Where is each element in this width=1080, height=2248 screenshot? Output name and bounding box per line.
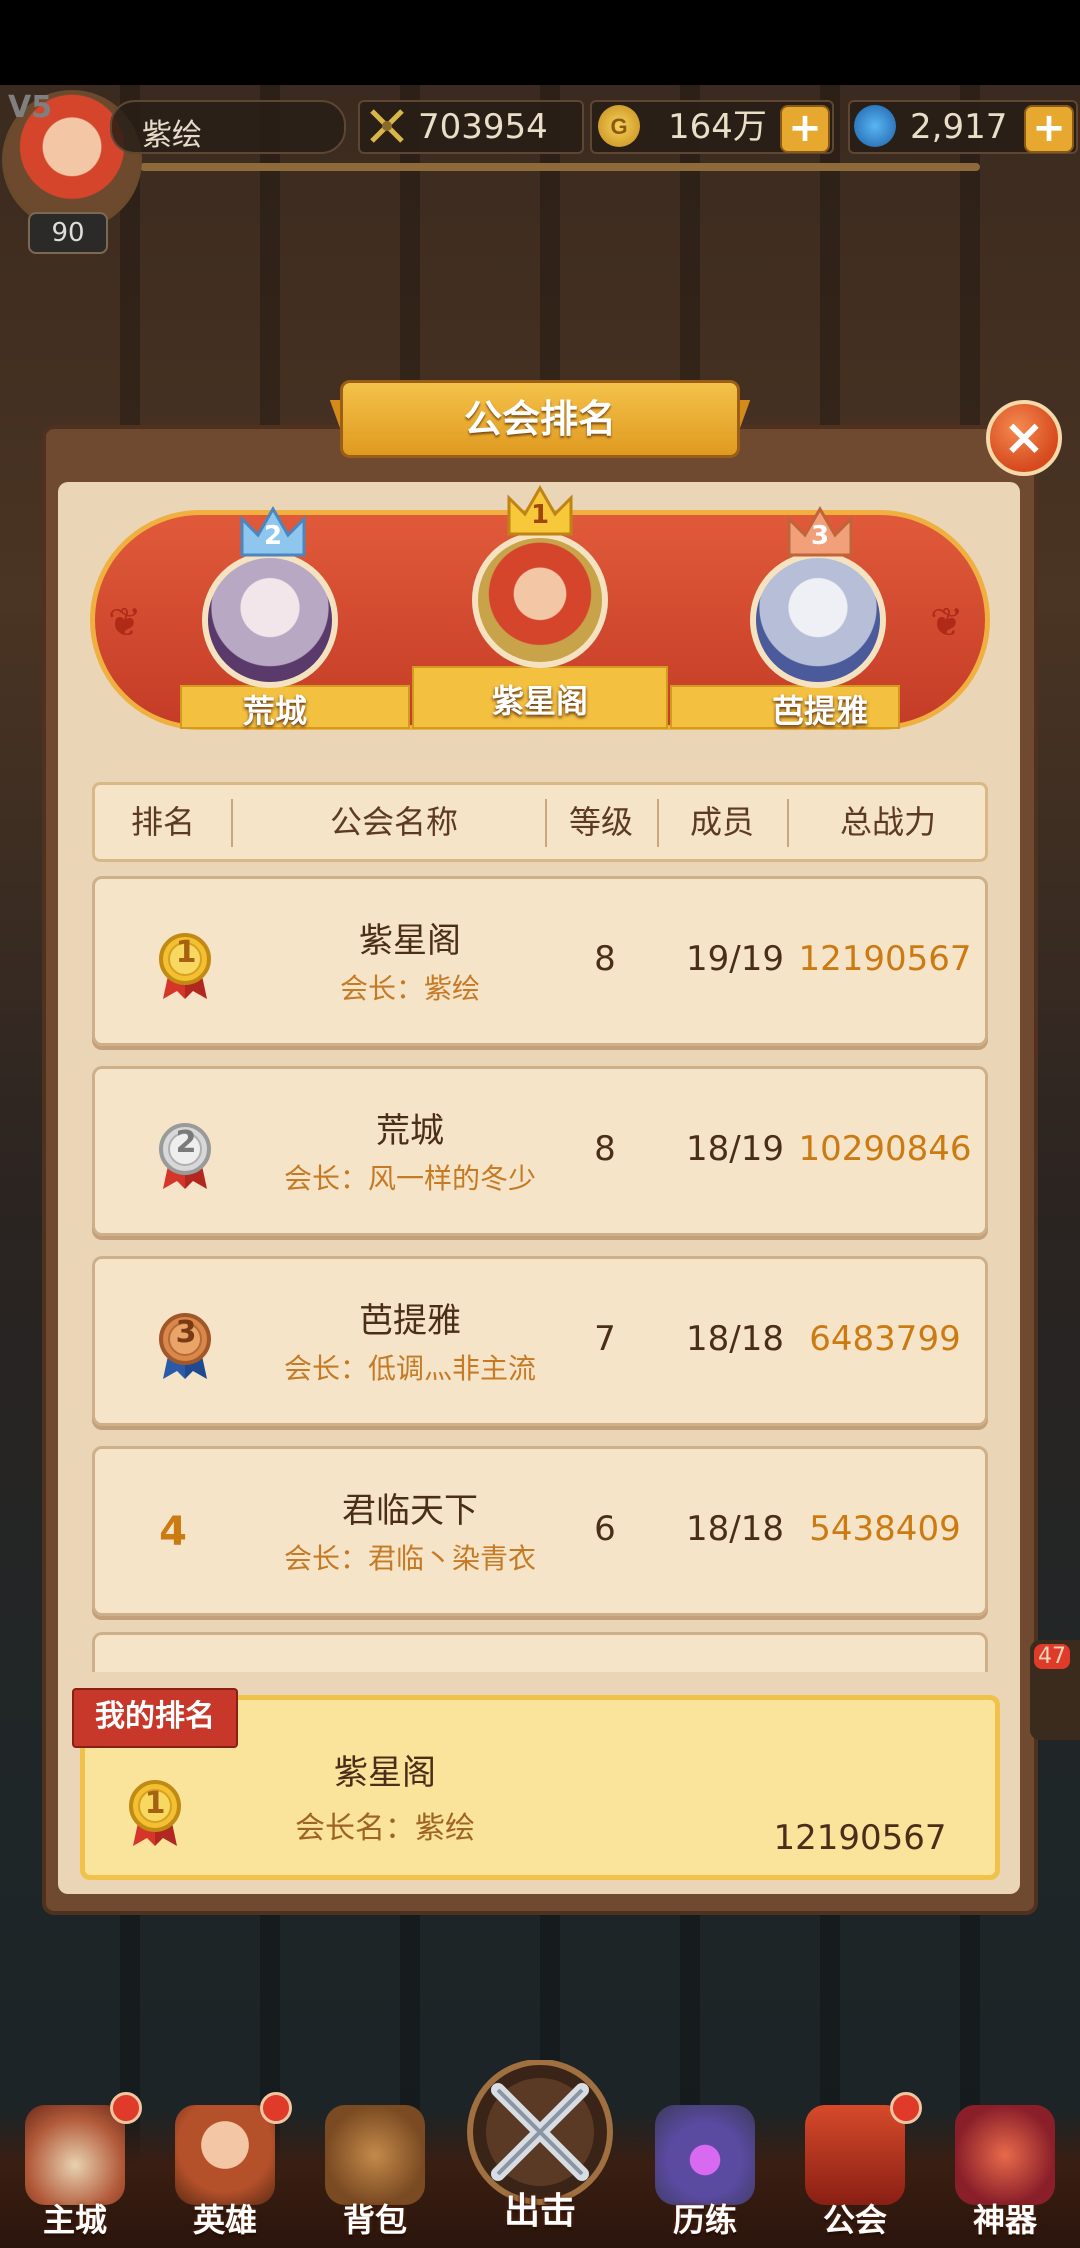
header-total-power: 总战力 xyxy=(839,803,936,841)
nav-attack[interactable]: 出击 xyxy=(458,2059,622,2240)
table-row[interactable]: 2 荒城 会长：风一样的冬少 8 18/19 10290846 xyxy=(92,1066,988,1236)
row-rank: 1 xyxy=(175,935,197,970)
podium-rank-2: 2 xyxy=(263,521,283,551)
row-guild-leader: 会长：紫绘 xyxy=(339,972,480,1005)
table-row[interactable]: 3 芭提雅 会长：低调灬非主流 7 18/18 6483799 xyxy=(92,1256,988,1426)
row-guild-power: 12190567 xyxy=(798,939,972,979)
player-level-badge: 90 xyxy=(28,212,108,254)
gold-stat: G 164万 + xyxy=(590,100,834,154)
my-guild-power: 12190567 xyxy=(773,1818,947,1858)
row-guild-name: 荒城 xyxy=(376,1111,444,1151)
guild-banner-icon xyxy=(805,2105,905,2205)
gem-value: 2,917 xyxy=(910,107,1008,147)
nav-label: 历练 xyxy=(672,2201,737,2239)
row-guild-power: 5438409 xyxy=(809,1509,961,1549)
exp-bar xyxy=(140,163,980,171)
row-guild-name: 紫星阁 xyxy=(359,921,461,961)
hero-icon xyxy=(175,2105,275,2205)
row-guild-members: 19/19 xyxy=(686,939,784,979)
side-event-badge[interactable]: 47 xyxy=(1030,1640,1080,1740)
podium-name-3: 芭提雅 xyxy=(771,692,868,730)
add-gem-button[interactable]: + xyxy=(1024,105,1074,153)
flourish-right: ❦ xyxy=(930,600,964,646)
portal-icon xyxy=(655,2105,755,2205)
my-guild-name: 紫星阁 xyxy=(334,1753,436,1793)
nav-label: 公会 xyxy=(822,2201,887,2239)
add-gold-button[interactable]: + xyxy=(780,105,830,153)
vip-label: V5 xyxy=(8,90,53,125)
table-row[interactable]: 1 紫星阁 会长：紫绘 8 19/19 12190567 xyxy=(92,876,988,1046)
row-guild-level: 8 xyxy=(594,939,616,979)
podium-rank-1: 1 xyxy=(530,500,550,530)
podium-rank-3: 3 xyxy=(810,521,830,551)
panel-title: 公会排名 xyxy=(340,380,740,458)
nav-label: 神器 xyxy=(972,2201,1037,2239)
nav-artifact[interactable]: 神器 xyxy=(940,2095,1070,2245)
artifact-icon xyxy=(955,2105,1055,2205)
row-guild-members: 18/18 xyxy=(686,1509,784,1549)
close-button[interactable]: × xyxy=(986,400,1062,476)
notification-dot xyxy=(110,2092,142,2124)
row-guild-power: 6483799 xyxy=(809,1319,961,1359)
header-rank: 排名 xyxy=(130,803,195,841)
my-rank-number: 1 xyxy=(144,1786,166,1821)
nav-label: 英雄 xyxy=(192,2201,257,2239)
row-rank: 3 xyxy=(175,1315,197,1350)
podium-name-2: 荒城 xyxy=(242,692,307,730)
my-rank-tag: 我的排名 xyxy=(72,1688,238,1748)
nav-backpack[interactable]: 背包 xyxy=(310,2095,440,2245)
podium-avatar-1[interactable] xyxy=(472,532,608,668)
row-guild-members: 18/19 xyxy=(686,1129,784,1169)
ranking-table-header: 排名 公会名称 等级 成员 总战力 xyxy=(92,782,988,862)
header-level: 等级 xyxy=(568,803,633,841)
header-guild-name: 公会名称 xyxy=(329,803,458,841)
side-badge-count: 47 xyxy=(1034,1644,1070,1669)
row-guild-leader: 会长：君临丶染青衣 xyxy=(283,1542,536,1575)
gold-value: 164万 xyxy=(668,107,767,147)
power-stat: 703954 xyxy=(358,100,584,154)
silver-crown-icon: 2 xyxy=(238,505,308,559)
flourish-left: ❦ xyxy=(108,600,142,646)
crossed-swords-icon xyxy=(366,105,408,147)
row-rank: 2 xyxy=(175,1125,197,1160)
table-row[interactable]: 4 君临天下 会长：君临丶染青衣 6 18/18 5438409 xyxy=(92,1446,988,1616)
row-guild-name: 君临天下 xyxy=(342,1491,478,1531)
row-guild-level: 6 xyxy=(594,1509,616,1549)
nav-label: 主城 xyxy=(42,2201,107,2239)
row-guild-level: 7 xyxy=(594,1319,616,1359)
my-guild-leader: 会长名：紫绘 xyxy=(295,1811,475,1846)
row-guild-leader: 会长：低调灬非主流 xyxy=(283,1352,536,1385)
row-guild-level: 8 xyxy=(594,1129,616,1169)
castle-icon xyxy=(25,2105,125,2205)
gold-crown-icon: 1 xyxy=(505,484,575,538)
row-guild-power: 10290846 xyxy=(798,1129,972,1169)
nav-training[interactable]: 历练 xyxy=(640,2095,770,2245)
power-value: 703954 xyxy=(418,107,548,147)
header-members: 成员 xyxy=(689,803,754,841)
notification-dot xyxy=(890,2092,922,2124)
nav-label: 背包 xyxy=(342,2201,407,2239)
row-guild-leader: 会长：风一样的冬少 xyxy=(283,1162,536,1195)
row-guild-members: 18/18 xyxy=(686,1319,784,1359)
podium-avatar-3[interactable] xyxy=(750,552,886,688)
table-row-partial[interactable] xyxy=(92,1632,988,1672)
nav-label: 出击 xyxy=(503,2191,576,2232)
podium-name-1: 紫星阁 xyxy=(491,682,588,720)
row-rank: 4 xyxy=(159,1509,187,1555)
player-name-pill: 紫绘 xyxy=(110,100,346,154)
player-name: 紫绘 xyxy=(142,118,202,153)
svg-text:G: G xyxy=(610,114,627,139)
gem-stat: 2,917 + xyxy=(848,100,1078,154)
podium-avatar-2[interactable] xyxy=(202,552,338,688)
blue-gem-icon xyxy=(854,105,896,147)
notification-dot xyxy=(260,2092,292,2124)
backpack-icon xyxy=(325,2105,425,2205)
bronze-crown-icon: 3 xyxy=(785,505,855,559)
row-guild-name: 芭提雅 xyxy=(359,1301,461,1341)
gold-coin-icon: G xyxy=(598,105,640,147)
